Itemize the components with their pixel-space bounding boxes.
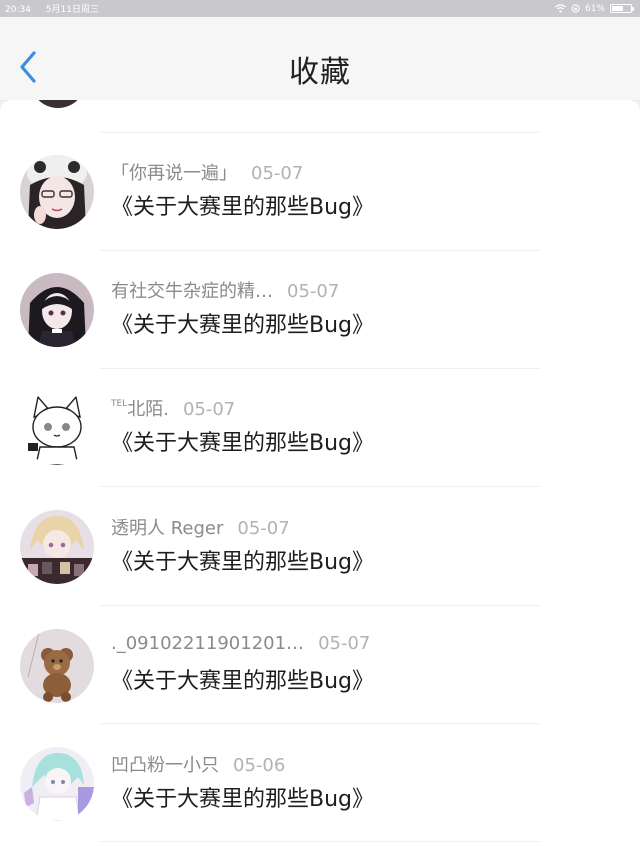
post-date: 05-06 (233, 755, 286, 776)
avatar (30, 100, 86, 108)
divider (100, 723, 540, 724)
avatar (20, 155, 94, 229)
divider (100, 132, 540, 133)
divider (100, 486, 540, 487)
user-name: 「你再说一遍」 (111, 163, 237, 184)
item-title: 《关于大赛里的那些Bug》 (111, 550, 375, 575)
item-meta: ._09102211901201… 05-07 (111, 633, 370, 654)
divider (100, 605, 540, 606)
status-bar: 20:34 5月11日周三 61% (0, 0, 640, 17)
user-name: 有社交牛杂症的精… (111, 281, 273, 302)
avatar (20, 273, 94, 347)
item-title: 《关于大赛里的那些Bug》 (111, 787, 375, 812)
name-prefix: TEL (111, 399, 128, 409)
divider (100, 250, 540, 251)
status-date: 5月11日周三 (45, 5, 99, 15)
post-date: 05-07 (287, 281, 340, 302)
item-meta: TEL北陌. 05-07 (111, 395, 235, 421)
status-time: 20:34 (5, 5, 31, 15)
list-item[interactable]: TEL北陌. 05-07 《关于大赛里的那些Bug》 (0, 391, 640, 491)
item-title: 《关于大赛里的那些Bug》 (111, 195, 375, 220)
post-date: 05-07 (251, 163, 304, 184)
user-name: 透明人 Reger (111, 518, 224, 539)
list-item[interactable]: 透明人 Reger 05-07 《关于大赛里的那些Bug》 (0, 510, 640, 610)
favorites-list: 「你再说一遍」 05-07 《关于大赛里的那些Bug》 有社交牛杂症的精… 05-0… (0, 100, 640, 853)
item-meta: 「你再说一遍」 05-07 (111, 159, 303, 185)
nav-header: 收藏 (0, 17, 640, 101)
item-title: 《关于大赛里的那些Bug》 (111, 431, 375, 456)
status-bar-left: 20:34 5月11日周三 (5, 2, 111, 15)
post-date: 05-07 (237, 518, 290, 539)
orientation-lock-icon (571, 4, 580, 13)
avatar (20, 629, 94, 703)
item-meta: 有社交牛杂症的精… 05-07 (111, 277, 339, 303)
battery-percent: 61% (584, 3, 605, 14)
avatar (20, 510, 94, 584)
list-item[interactable]: 有社交牛杂症的精… 05-07 《关于大赛里的那些Bug》 (0, 273, 640, 373)
item-meta: 凹凸粉一小只 05-06 (111, 751, 285, 777)
post-date: 05-07 (182, 399, 236, 420)
wifi-icon (555, 4, 566, 13)
user-name: 北陌. (127, 399, 169, 420)
page-title: 收藏 (289, 55, 351, 90)
item-title: 《关于大赛里的那些Bug》 (111, 313, 375, 338)
divider (100, 841, 540, 842)
post-date: 05-07 (318, 633, 371, 654)
battery-icon (610, 4, 634, 13)
status-bar-right: 61% (555, 3, 634, 14)
battery-level (612, 6, 623, 11)
list-item[interactable]: ._09102211901201… 05-07 《关于大赛里的那些Bug》 (0, 629, 640, 729)
list-item[interactable]: 凹凸粉一小只 05-06 《关于大赛里的那些Bug》 (0, 747, 640, 847)
divider (100, 368, 540, 369)
avatar (20, 747, 94, 821)
item-meta: 透明人 Reger 05-07 (111, 514, 290, 540)
list-item[interactable]: 「你再说一遍」 05-07 《关于大赛里的那些Bug》 (0, 155, 640, 255)
user-name: 凹凸粉一小只 (111, 755, 219, 776)
avatar (20, 391, 94, 465)
item-title: 《关于大赛里的那些Bug》 (111, 669, 375, 694)
user-name: ._09102211901201… (111, 633, 305, 654)
